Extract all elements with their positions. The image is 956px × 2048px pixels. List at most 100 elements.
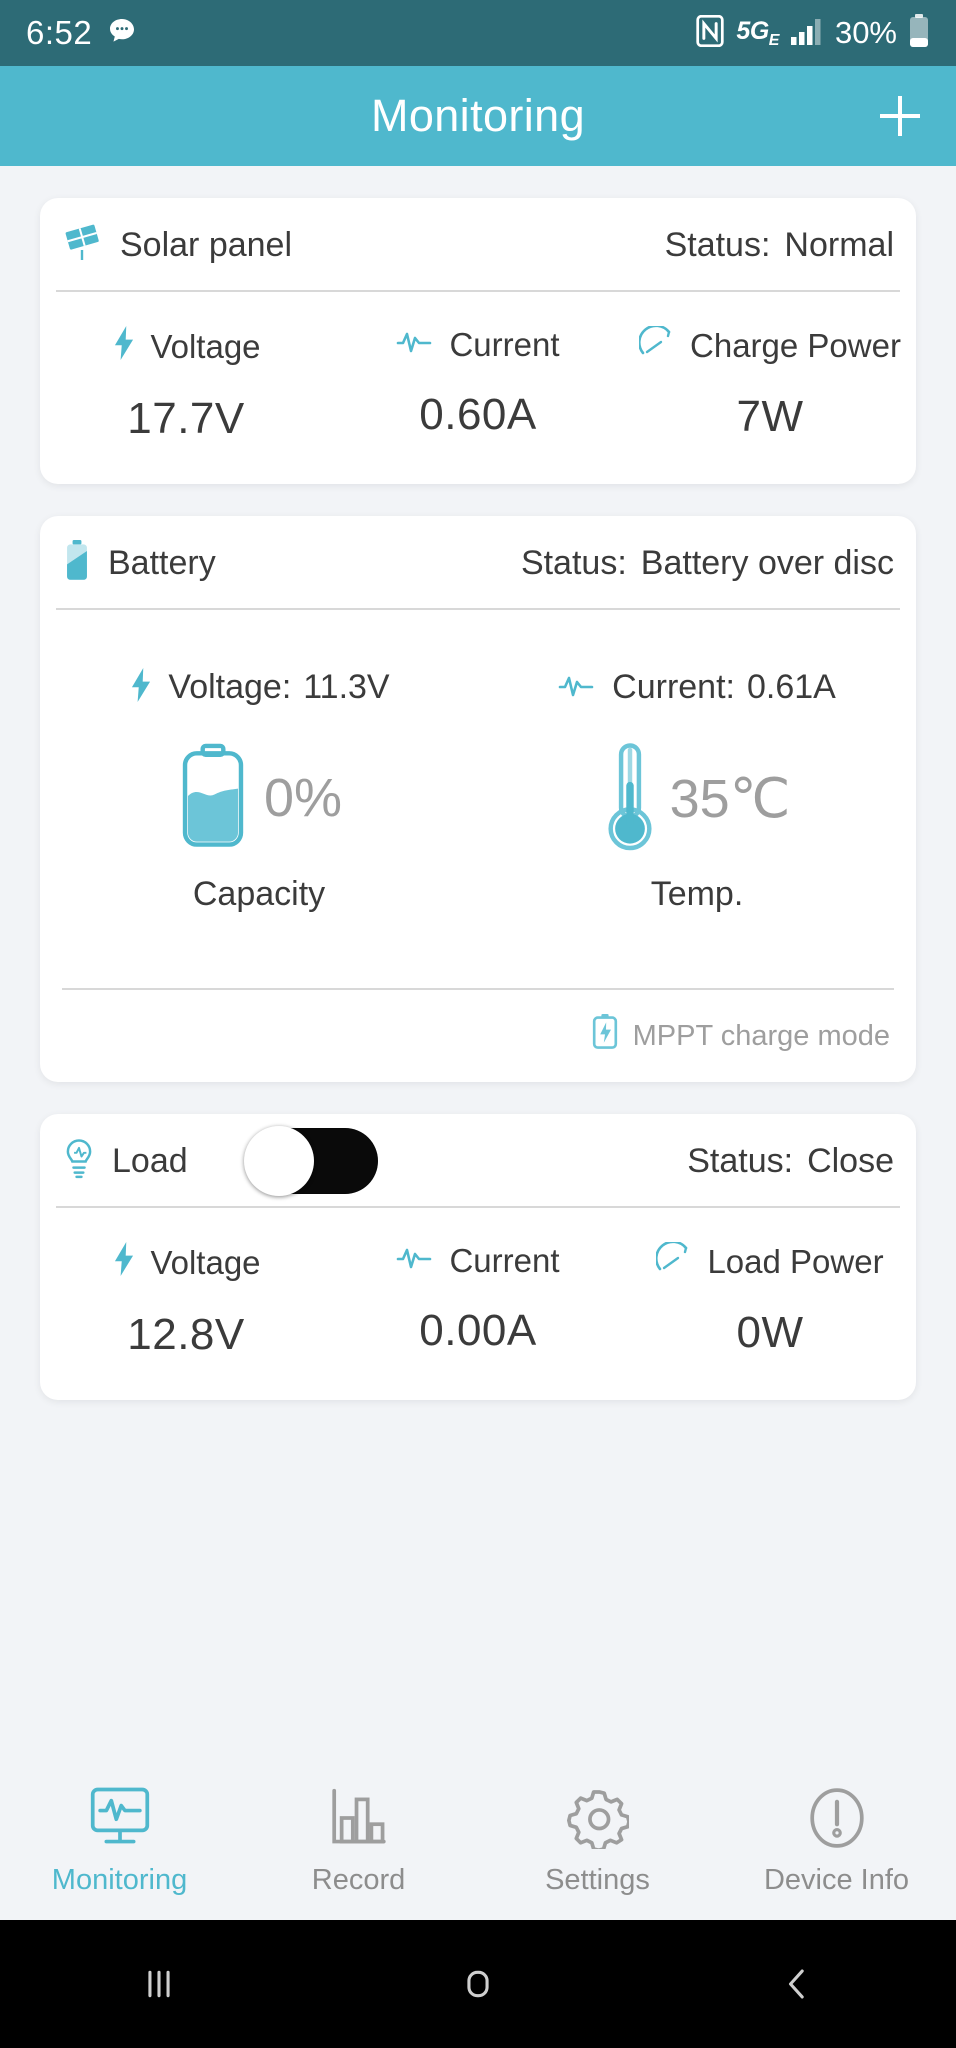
solar-status: Status: Normal: [665, 226, 894, 265]
bolt-icon: [128, 668, 154, 707]
load-current-label-row: Current: [332, 1242, 624, 1280]
gauge-icon: [655, 1240, 694, 1282]
gauge-icon: [638, 324, 677, 366]
load-power-toggle[interactable]: [243, 1126, 378, 1196]
battery-capacity-value: 0%: [263, 768, 343, 828]
battery-current-group: Current: 0.61A: [478, 668, 916, 707]
lightbulb-icon: [62, 1138, 96, 1185]
bottom-navigation: Monitoring Record Settings Device Info: [0, 1770, 956, 1920]
load-voltage-label-row: Voltage: [40, 1242, 332, 1284]
battery-percent-label: 30%: [834, 15, 897, 50]
load-status-value: Close: [807, 1141, 894, 1180]
battery-card-title: Battery: [108, 543, 216, 582]
battery-temp-caption: Temp.: [650, 875, 744, 913]
battery-voltage-text: Voltage: 11.3V: [168, 668, 389, 707]
status-bar: 6:52 5GE 30%: [0, 0, 956, 66]
battery-level-icon: [176, 743, 250, 854]
solar-power-metric: Charge Power 7W: [624, 324, 916, 444]
network-type-label: 5GE: [736, 16, 779, 49]
battery-mode-section: MPPT charge mode: [40, 988, 916, 1082]
page-title: Monitoring: [370, 90, 586, 141]
battery-voltage-group: Voltage: 11.3V: [40, 668, 478, 707]
solar-current-label: Current: [449, 326, 560, 363]
solar-panel-card: Solar panel Status: Normal Voltage 17.7V: [40, 198, 916, 484]
nav-item-settings[interactable]: Settings: [478, 1787, 717, 1897]
solar-metrics: Voltage 17.7V Current 0.60A Charge Power…: [40, 292, 916, 484]
solar-current-label-row: Current: [332, 326, 624, 364]
bolt-icon: [111, 1242, 137, 1284]
signal-bars-icon: [790, 16, 824, 51]
bolt-icon: [111, 326, 137, 368]
solar-card-header: Solar panel Status: Normal: [40, 198, 916, 292]
nav-item-monitoring[interactable]: Monitoring: [0, 1787, 239, 1897]
load-current-label: Current: [449, 1242, 560, 1279]
load-current-metric: Current 0.00A: [332, 1242, 624, 1360]
recents-icon[interactable]: [99, 1944, 219, 2024]
battery-temp-gauge: 35℃ Temp.: [478, 741, 916, 914]
clock: 6:52: [26, 14, 93, 51]
exclamation-oval-icon: [808, 1787, 866, 1854]
toggle-knob: [243, 1126, 314, 1196]
load-card: Load Status: Close Voltage 12.8V Current…: [40, 1114, 916, 1400]
nav-label-device-info: Device Info: [763, 1864, 910, 1896]
charge-mode-row: MPPT charge mode: [62, 990, 894, 1082]
battery-current-label: Current:: [612, 668, 735, 706]
waveform-icon: [396, 326, 436, 364]
solar-voltage-label: Voltage: [150, 328, 261, 365]
battery-vertical-icon: [62, 539, 92, 587]
home-icon[interactable]: [418, 1944, 538, 2024]
main-content: Solar panel Status: Normal Voltage 17.7V: [0, 166, 956, 1770]
waveform-icon: [558, 670, 598, 705]
battery-temp-value: 35℃: [669, 768, 791, 829]
phone-screen: 6:52 5GE 30% Monitoring Solar panel Stat…: [0, 0, 956, 2048]
solar-voltage-label-row: Voltage: [40, 326, 332, 368]
nav-label-monitoring: Monitoring: [51, 1864, 188, 1896]
solar-status-value: Normal: [784, 225, 894, 264]
battery-voltage-value: 11.3V: [303, 668, 390, 706]
load-power-label-row: Load Power: [624, 1240, 916, 1282]
load-voltage-value: 12.8V: [127, 1310, 245, 1359]
message-bubble-icon: [106, 15, 138, 52]
solar-panel-icon: [62, 222, 104, 269]
divider: [56, 1206, 900, 1208]
monitor-waveform-icon: [87, 1787, 153, 1854]
load-power-metric: Load Power 0W: [624, 1240, 916, 1360]
load-status: Status: Close: [687, 1142, 894, 1181]
divider: [56, 608, 900, 610]
battery-charge-icon: [591, 1014, 619, 1058]
solar-power-value: 7W: [736, 392, 804, 441]
battery-current-value: 0.61A: [746, 668, 836, 706]
android-navigation-bar: [0, 1920, 956, 2048]
add-device-button[interactable]: [870, 86, 930, 146]
battery-icon: [908, 13, 930, 53]
solar-status-label: Status:: [664, 225, 771, 264]
battery-current-text: Current: 0.61A: [612, 668, 836, 707]
bar-chart-icon: [328, 1787, 390, 1854]
battery-card: Battery Status: Battery over disc Voltage…: [40, 516, 916, 1082]
load-power-label: Load Power: [707, 1243, 884, 1280]
gear-icon: [566, 1787, 631, 1854]
solar-current-value: 0.60A: [419, 390, 537, 439]
solar-voltage-metric: Voltage 17.7V: [40, 326, 332, 444]
load-status-label: Status:: [687, 1141, 794, 1180]
nav-label-settings: Settings: [545, 1864, 650, 1896]
thermometer-icon: [604, 741, 656, 856]
status-bar-left: 6:52: [26, 14, 138, 52]
load-power-value: 0W: [736, 1308, 804, 1357]
solar-current-metric: Current 0.60A: [332, 326, 624, 444]
divider: [56, 290, 900, 292]
load-card-title: Load: [112, 1141, 188, 1180]
load-current-value: 0.00A: [419, 1306, 537, 1355]
battery-electrical-row: Voltage: 11.3V Current: 0.61A: [40, 610, 916, 707]
load-voltage-label: Voltage: [150, 1244, 261, 1281]
capacity-inner: 0%: [40, 743, 478, 853]
solar-card-title: Solar panel: [120, 225, 293, 264]
back-icon[interactable]: [737, 1944, 857, 2024]
battery-status-value: Battery over disc: [640, 543, 894, 582]
solar-power-label-row: Charge Power: [624, 324, 916, 366]
app-bar: Monitoring: [0, 66, 956, 166]
nav-item-record[interactable]: Record: [239, 1787, 478, 1897]
nav-item-device-info[interactable]: Device Info: [717, 1787, 956, 1897]
nav-label-record: Record: [311, 1864, 406, 1896]
solar-title-group: Solar panel: [62, 222, 292, 269]
